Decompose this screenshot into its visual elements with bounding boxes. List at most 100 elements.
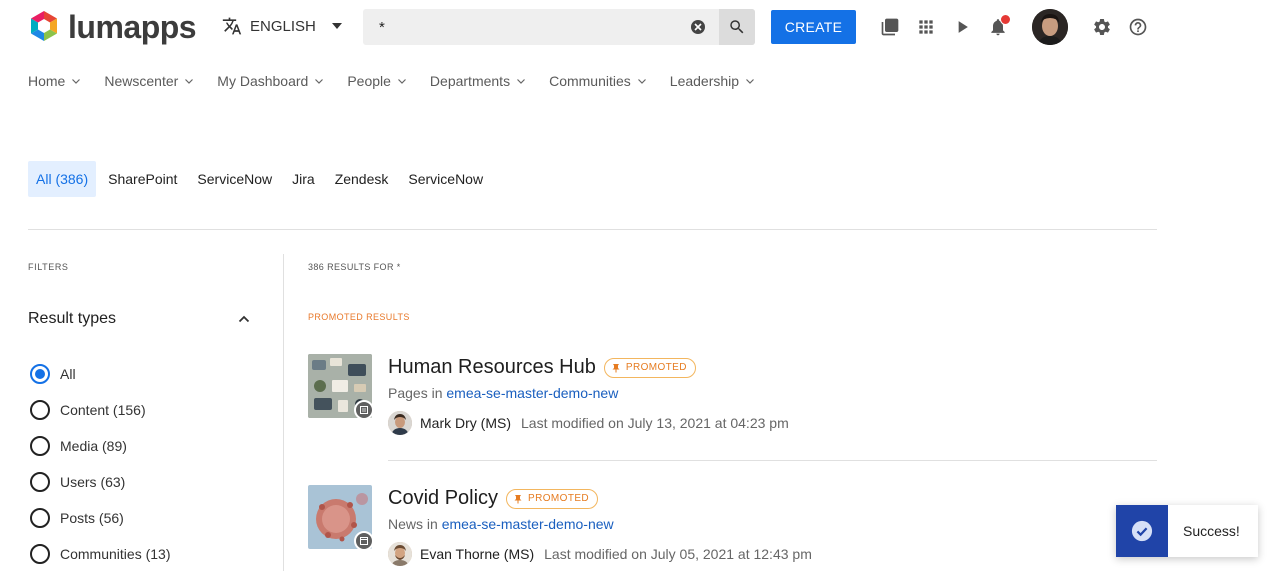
language-selector[interactable]: ENGLISH [222,16,342,36]
result-type-posts[interactable]: Posts (56) [30,500,170,536]
search-button[interactable] [719,9,755,45]
check-circle-icon [1131,520,1153,542]
settings-gear-icon[interactable] [1092,17,1112,37]
radio-label: Users (63) [60,474,126,490]
page-type-icon [354,400,374,420]
last-modified: Last modified on July 13, 2021 at 04:23 … [521,415,789,431]
result-type-content[interactable]: Content (156) [30,392,170,428]
nav-item-label: Departments [429,73,511,89]
promoted-pin-icon [514,494,522,503]
tab-zendesk[interactable]: Zendesk [327,161,397,197]
main-navigation: Home Newscenter My Dashboard People Depa… [28,72,778,90]
tabs-divider [28,229,1157,230]
filters-title: FILTERS [28,262,69,272]
author-avatar[interactable] [388,411,412,435]
nav-item-label: People [347,73,391,89]
author-name[interactable]: Evan Thorne (MS) [420,546,534,562]
chevron-down-icon [397,78,406,84]
logo-text: lumapps [68,9,197,45]
result-title[interactable]: Human Resources Hub [388,356,596,379]
radio-button[interactable] [30,436,50,456]
result-site-link[interactable]: emea-se-master-demo-new [442,516,614,532]
radio-button[interactable] [30,400,50,420]
result-type-options: All Content (156) Media (89) Users (63) … [30,356,170,571]
result-separator [388,460,1157,461]
nav-item-my-dashboard[interactable]: My Dashboard [217,72,324,90]
apps-grid-icon[interactable] [916,17,936,37]
radio-label: Media (89) [60,438,127,454]
library-icon[interactable] [880,17,900,37]
lumapps-logo-mark-icon [31,11,57,41]
result-location: News in emea-se-master-demo-new [388,516,614,532]
tab-jira[interactable]: Jira [284,161,323,197]
nav-item-label: My Dashboard [217,73,309,89]
nav-item-home[interactable]: Home [28,72,81,90]
sidebar-divider [283,254,284,571]
last-modified: Last modified on July 05, 2021 at 12:43 … [544,546,812,562]
author-name[interactable]: Mark Dry (MS) [420,415,511,431]
radio-button[interactable] [30,508,50,528]
chevron-down-icon [517,78,526,84]
source-tabs: All (386) SharePoint ServiceNow Jira Zen… [28,161,495,197]
language-label: ENGLISH [250,17,316,35]
nav-item-leadership[interactable]: Leadership [670,72,754,90]
radio-button[interactable] [30,364,50,384]
result-type-prefix: News in [388,516,438,532]
result-type-media[interactable]: Media (89) [30,428,170,464]
chevron-down-icon [185,78,194,84]
top-header: lumapps ENGLISH CREATE [0,0,1276,56]
nav-item-communities[interactable]: Communities [549,72,646,90]
create-button[interactable]: CREATE [771,10,856,44]
radio-label: All [60,366,76,382]
help-icon[interactable] [1128,17,1148,37]
result-title-row: Covid Policy PROMOTED [388,487,599,510]
tab-servicenow-2[interactable]: ServiceNow [400,161,491,197]
chevron-down-icon [331,23,342,29]
user-avatar[interactable] [1032,9,1068,45]
results-count: 386 RESULTS FOR * [308,262,401,272]
promoted-results-title: PROMOTED RESULTS [308,312,410,322]
chevron-down-icon [637,78,646,84]
tab-servicenow[interactable]: ServiceNow [189,161,280,197]
result-type-communities[interactable]: Communities (13) [30,536,170,571]
result-type-all[interactable]: All [30,356,170,392]
result-types-toggle[interactable]: Result types [28,310,250,328]
result-author-row: Mark Dry (MS) Last modified on July 13, … [388,411,789,435]
translate-icon [222,17,242,35]
clear-search-icon[interactable] [691,20,705,34]
search-input[interactable] [363,9,693,45]
chevron-down-icon [746,78,754,84]
nav-item-people[interactable]: People [347,72,406,90]
author-avatar[interactable] [388,542,412,566]
toast-icon-box [1116,505,1168,557]
result-type-prefix: Pages in [388,385,443,401]
radio-button[interactable] [30,544,50,564]
nav-item-departments[interactable]: Departments [429,72,526,90]
radio-button[interactable] [30,472,50,492]
result-site-link[interactable]: emea-se-master-demo-new [446,385,618,401]
search-bar [363,9,755,45]
success-toast: Success! [1116,505,1258,557]
radio-label: Posts (56) [60,510,124,526]
nav-item-newscenter[interactable]: Newscenter [104,72,194,90]
promoted-pin-icon [612,363,620,372]
news-type-icon [354,531,374,551]
nav-item-label: Leadership [669,73,740,89]
result-type-users[interactable]: Users (63) [30,464,170,500]
promoted-badge-label: PROMOTED [625,362,687,373]
play-icon[interactable] [952,17,972,37]
radio-label: Communities (13) [60,546,171,562]
chevron-down-icon [72,78,81,84]
lumapps-logo[interactable]: lumapps [26,9,197,45]
promoted-badge: PROMOTED [603,357,696,378]
result-location: Pages in emea-se-master-demo-new [388,385,618,401]
toast-message: Success! [1183,523,1240,539]
tab-all[interactable]: All (386) [28,161,97,197]
result-title[interactable]: Covid Policy [388,487,498,510]
nav-item-label: Communities [549,73,631,89]
radio-label: Content (156) [60,402,146,418]
result-title-row: Human Resources Hub PROMOTED [388,356,696,379]
tab-sharepoint[interactable]: SharePoint [100,161,185,197]
promoted-badge-label: PROMOTED [528,493,590,504]
notification-dot [1000,14,1011,25]
